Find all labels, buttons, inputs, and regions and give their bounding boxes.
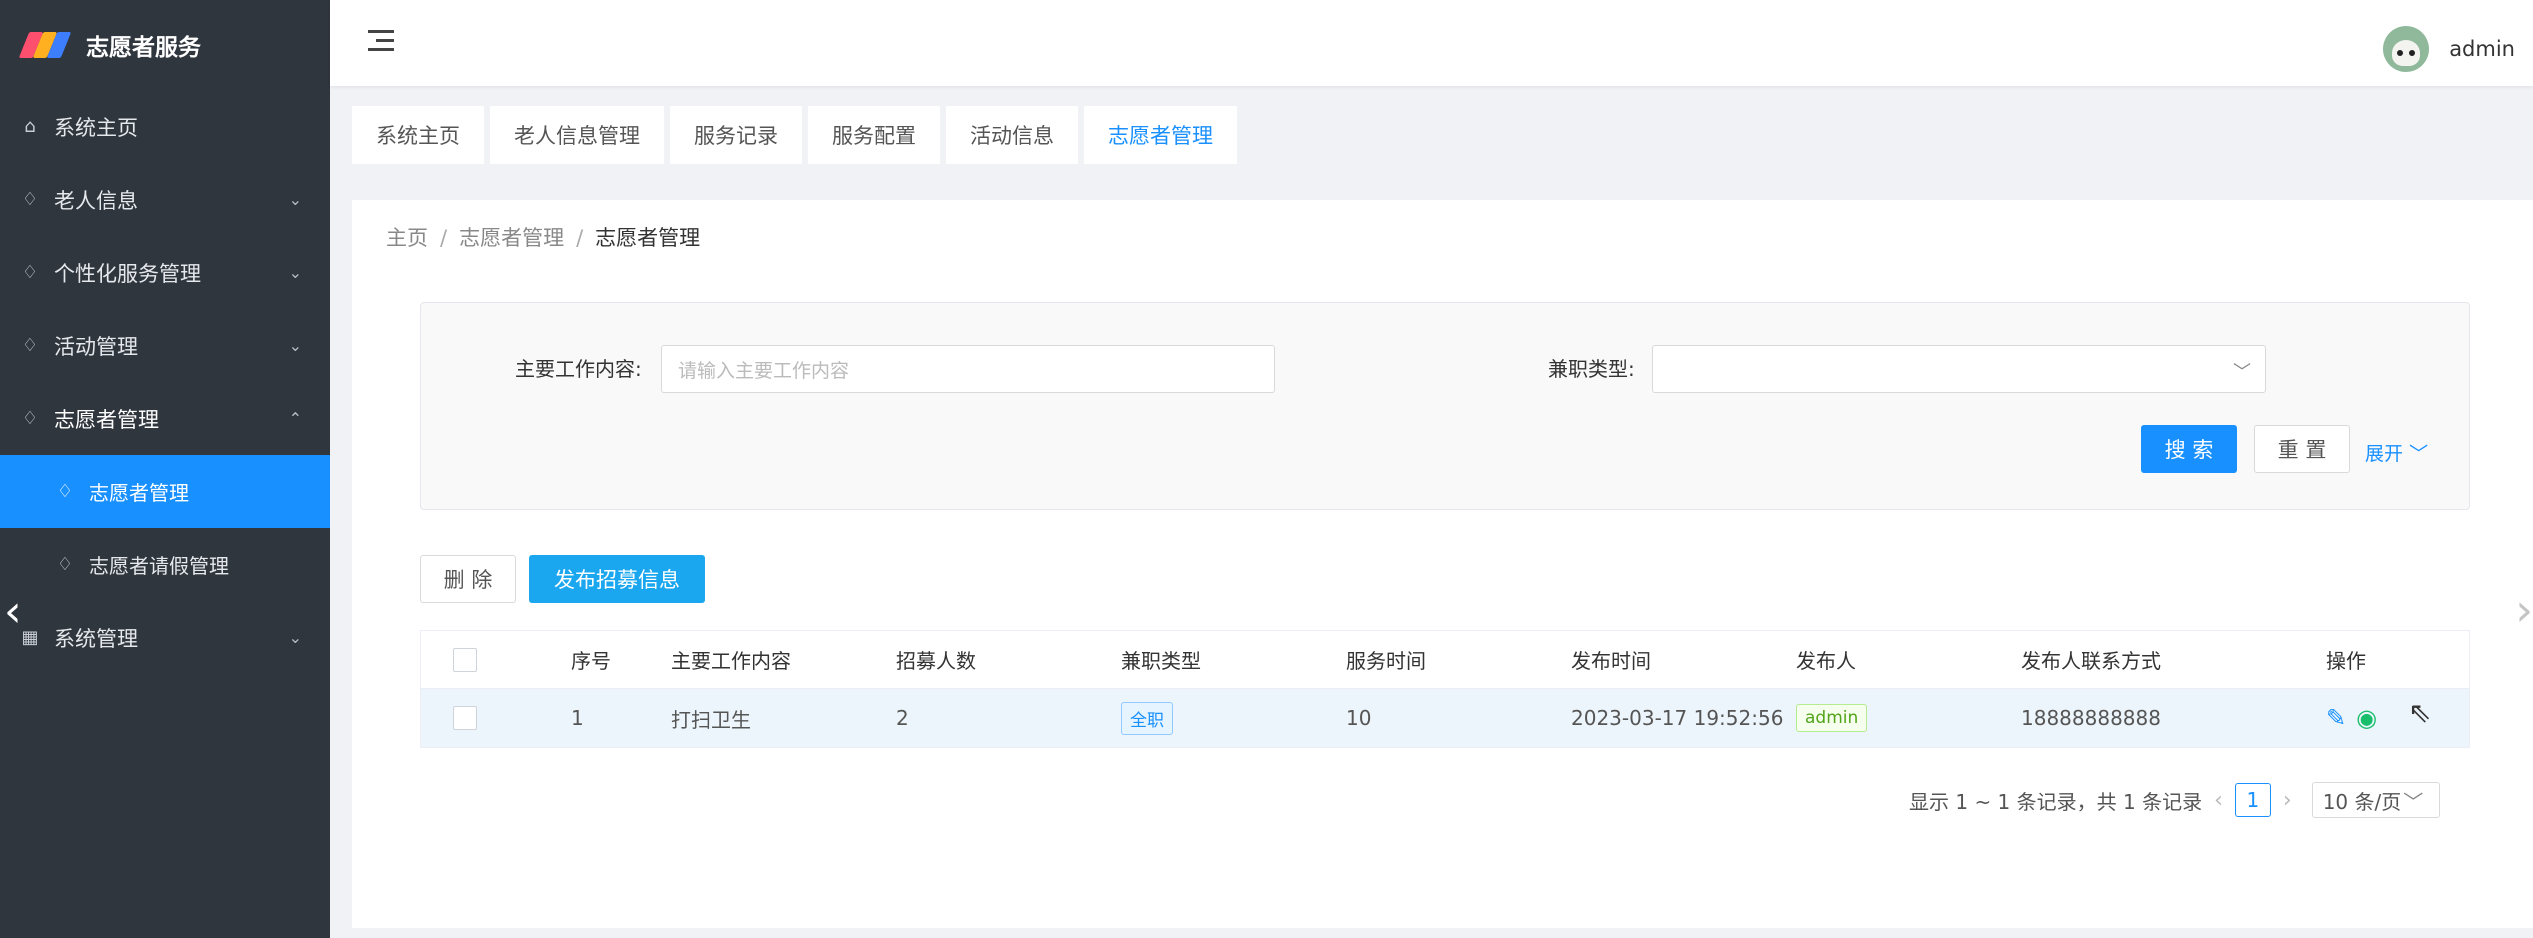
sidebar-item-label: 志愿者请假管理 bbox=[89, 554, 229, 578]
page-number[interactable]: 1 bbox=[2234, 783, 2271, 817]
sidebar-item-label: 活动管理 bbox=[54, 334, 138, 359]
tab-activity-info[interactable]: 活动信息 bbox=[946, 106, 1078, 164]
sidebar-item-personalized-service[interactable]: ♢ 个性化服务管理 ⌄ bbox=[0, 236, 330, 309]
work-content-placeholder: 请输入主要工作内容 bbox=[678, 359, 850, 382]
cell-hours: 10 bbox=[1346, 706, 1372, 730]
sidebar: 志愿者服务 ⌂ 系统主页 ♢ 老人信息 ⌄ ♢ 个性化服务管理 ⌄ ♢ 活动管理… bbox=[0, 0, 330, 938]
cell-published-at: 2023-03-17 19:52:56 bbox=[1571, 706, 1784, 730]
flame-icon: ♢ bbox=[21, 335, 39, 356]
col-index: 序号 bbox=[571, 649, 611, 673]
app-name: 志愿者服务 bbox=[86, 35, 201, 61]
sidebar-item-label: 系统管理 bbox=[54, 626, 138, 651]
menu-toggle-icon[interactable] bbox=[368, 30, 394, 57]
col-publisher: 发布人 bbox=[1796, 649, 1856, 673]
work-content-label: 主要工作内容: bbox=[515, 357, 642, 381]
sidebar-item-home[interactable]: ⌂ 系统主页 bbox=[0, 90, 330, 163]
tab-volunteer-manage[interactable]: 志愿者管理 bbox=[1084, 106, 1237, 164]
chevron-down-icon: ⌄ bbox=[288, 263, 302, 282]
sidebar-item-activity[interactable]: ♢ 活动管理 ⌄ bbox=[0, 309, 330, 382]
chevron-down-icon: ⌄ bbox=[288, 336, 302, 355]
table-header-row: 序号 主要工作内容 招募人数 兼职类型 服务时间 发布时间 发布人 发布人联系方… bbox=[421, 631, 2469, 689]
grid-icon: ▦ bbox=[21, 627, 39, 648]
type-badge: 全职 bbox=[1121, 701, 1173, 735]
breadcrumb-home[interactable]: 主页 bbox=[386, 226, 428, 250]
expand-label: 展开 bbox=[2365, 443, 2404, 465]
main-panel: 主页 / 志愿者管理 / 志愿者管理 主要工作内容: 请输入主要工作内容 兼职类型: ﹀… bbox=[352, 200, 2533, 928]
chevron-down-icon: ⌄ bbox=[288, 628, 302, 647]
volunteer-table: 序号 主要工作内容 招募人数 兼职类型 服务时间 发布时间 发布人 发布人联系方… bbox=[420, 630, 2470, 748]
home-icon: ⌂ bbox=[24, 116, 36, 137]
cell-contact: 18888888888 bbox=[2021, 706, 2161, 730]
select-all-checkbox[interactable] bbox=[453, 647, 477, 672]
work-content-input[interactable]: 请输入主要工作内容 bbox=[661, 345, 1275, 393]
type-select[interactable]: ﹀ bbox=[1652, 345, 2266, 393]
col-work: 主要工作内容 bbox=[671, 649, 791, 673]
sidebar-item-label: 个性化服务管理 bbox=[54, 261, 201, 286]
col-hours: 服务时间 bbox=[1346, 649, 1426, 673]
top-header: admin bbox=[330, 0, 2533, 86]
pagination-summary: 显示 1 ~ 1 条记录，共 1 条记录 bbox=[1909, 789, 2203, 814]
edit-icon[interactable]: ✎ bbox=[2326, 704, 2346, 732]
app-logo bbox=[18, 32, 72, 58]
chevron-down-icon: ﹀ bbox=[2233, 362, 2251, 383]
flame-icon: ♢ bbox=[21, 262, 39, 283]
sidebar-item-label: 系统主页 bbox=[54, 115, 138, 140]
breadcrumb: 主页 / 志愿者管理 / 志愿者管理 bbox=[386, 226, 701, 250]
tab-elderly-info[interactable]: 老人信息管理 bbox=[490, 106, 664, 164]
delete-button[interactable]: 删 除 bbox=[420, 555, 516, 603]
tab-service-records[interactable]: 服务记录 bbox=[670, 106, 802, 164]
flame-icon: ♢ bbox=[56, 481, 74, 502]
col-published-at: 发布时间 bbox=[1571, 649, 1651, 673]
sidebar-subitem-volunteer-manage[interactable]: ♢ 志愿者管理 bbox=[0, 455, 330, 528]
prev-page-icon[interactable]: ‹ bbox=[2214, 788, 2223, 813]
chevron-left-icon[interactable]: ‹ bbox=[4, 590, 22, 634]
chevron-right-icon[interactable]: › bbox=[2515, 585, 2533, 636]
tab-service-config[interactable]: 服务配置 bbox=[808, 106, 940, 164]
next-page-icon[interactable]: › bbox=[2283, 788, 2292, 813]
tab-bar: 系统主页 老人信息管理 服务记录 服务配置 活动信息 志愿者管理 bbox=[352, 106, 1243, 164]
page-size-select[interactable]: 10 条/页 ﹀ bbox=[2311, 782, 2440, 818]
reset-button[interactable]: 重 置 bbox=[2254, 425, 2350, 473]
col-contact: 发布人联系方式 bbox=[2021, 649, 2161, 673]
view-eye-icon[interactable]: ◉ bbox=[2356, 704, 2377, 732]
pagination: 显示 1 ~ 1 条记录，共 1 条记录 ‹ 1 › 10 条/页 ﹀ bbox=[1909, 782, 2440, 818]
publisher-badge: admin bbox=[1796, 704, 1868, 732]
row-checkbox[interactable] bbox=[453, 706, 477, 730]
table-row[interactable]: 1 打扫卫生 2 全职 10 2023-03-17 19:52:56 admin… bbox=[421, 689, 2469, 747]
col-type: 兼职类型 bbox=[1121, 649, 1201, 673]
sidebar-item-system[interactable]: ▦ 系统管理 ⌄ bbox=[0, 601, 330, 674]
mouse-cursor-icon: ⇖ bbox=[2408, 696, 2432, 729]
flame-icon: ♢ bbox=[21, 189, 39, 210]
chevron-down-icon: ﹀ bbox=[2403, 789, 2424, 814]
chevron-down-icon: ⌄ bbox=[288, 190, 302, 209]
publish-recruitment-button[interactable]: 发布招募信息 bbox=[529, 555, 705, 603]
col-count: 招募人数 bbox=[896, 649, 976, 673]
page-size-value: 10 条/页 bbox=[2322, 789, 2402, 814]
flame-icon: ♢ bbox=[56, 554, 74, 575]
sidebar-item-label: 志愿者管理 bbox=[54, 407, 159, 432]
user-menu[interactable]: admin bbox=[2383, 26, 2515, 72]
cell-count: 2 bbox=[896, 706, 909, 730]
search-button[interactable]: 搜 索 bbox=[2141, 425, 2237, 473]
expand-toggle[interactable]: 展开 ﹀ bbox=[2365, 439, 2428, 466]
sidebar-subitem-volunteer-leave[interactable]: ♢ 志愿者请假管理 bbox=[0, 528, 330, 601]
logo-row: 志愿者服务 bbox=[0, 0, 330, 90]
breadcrumb-current: 志愿者管理 bbox=[595, 226, 701, 250]
user-name[interactable]: admin bbox=[2449, 37, 2515, 61]
sidebar-item-label: 老人信息 bbox=[54, 188, 138, 213]
col-actions: 操作 bbox=[2326, 649, 2366, 673]
tab-home[interactable]: 系统主页 bbox=[352, 106, 484, 164]
sidebar-item-volunteer[interactable]: ♢ 志愿者管理 ⌃ bbox=[0, 382, 330, 455]
search-form: 主要工作内容: 请输入主要工作内容 兼职类型: ﹀ 搜 索 重 置 展开 ﹀ bbox=[420, 302, 2470, 510]
breadcrumb-level1[interactable]: 志愿者管理 bbox=[459, 226, 564, 250]
chevron-down-icon: ﹀ bbox=[2409, 443, 2429, 465]
sidebar-item-label: 志愿者管理 bbox=[89, 481, 189, 505]
avatar[interactable] bbox=[2383, 26, 2430, 72]
flame-icon: ♢ bbox=[21, 408, 39, 429]
type-label: 兼职类型: bbox=[1548, 357, 1635, 381]
cell-work: 打扫卫生 bbox=[671, 707, 751, 732]
chevron-up-icon: ⌃ bbox=[288, 409, 302, 428]
cell-index: 1 bbox=[571, 706, 584, 730]
sidebar-item-elderly-info[interactable]: ♢ 老人信息 ⌄ bbox=[0, 163, 330, 236]
